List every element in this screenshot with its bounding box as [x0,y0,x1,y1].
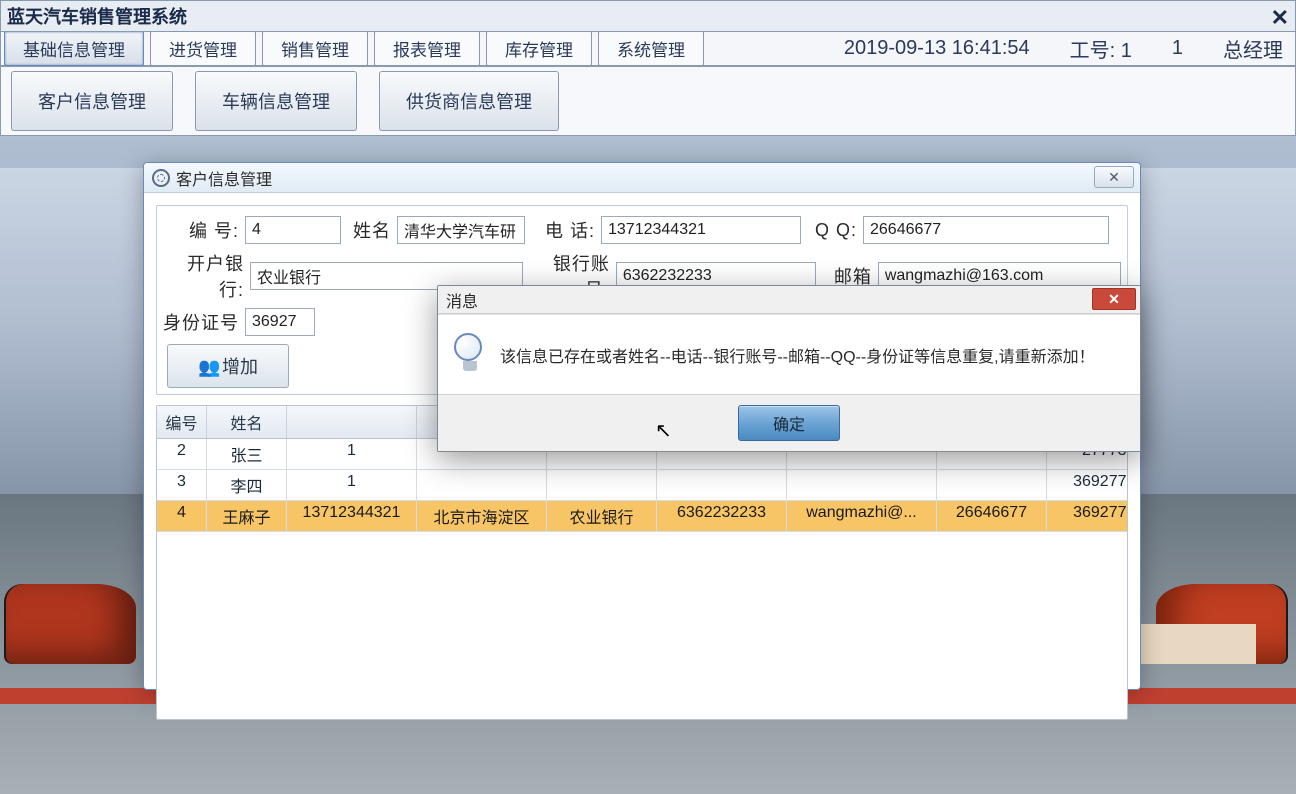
label-idcard: 身份证号 [163,309,239,335]
input-qq[interactable] [863,216,1109,244]
status-role: 总经理 [1223,34,1283,63]
cell-bank [547,470,657,501]
cell-name: 王麻子 [207,501,287,532]
col-id: 编号 [157,406,207,438]
label-name: 姓名 [347,217,391,243]
cell-phone_partial: 1 [287,470,417,501]
cell-qq: 26646677 [937,501,1047,532]
add-button-label: 增加 [222,353,258,379]
cell-name: 张三 [207,439,287,470]
subtool-button-0[interactable]: 客户信息管理 [11,71,173,131]
sub-toolbar: 客户信息管理车辆信息管理供货商信息管理 [0,66,1296,136]
input-id[interactable] [245,216,341,244]
msgbox-close-button[interactable]: ✕ [1092,288,1136,310]
label-phone: 电 话: [531,217,595,243]
gear-icon [152,169,170,187]
msgbox-header[interactable]: 消息 ✕ [438,286,1140,314]
modal-header[interactable]: 客户信息管理 ✕ [144,163,1140,193]
cell-addr [417,470,547,501]
menu-item-2[interactable]: 销售管理 [262,31,368,66]
cell-id: 2 [157,439,207,470]
msgbox-ok-button[interactable]: 确定 [738,405,840,441]
cell-name: 李四 [207,470,287,501]
cell-account [657,470,787,501]
cell-account: 6362232233 [657,501,787,532]
input-phone[interactable] [601,216,801,244]
menu-item-3[interactable]: 报表管理 [374,31,480,66]
col-name: 姓名 [207,406,287,438]
status-datetime: 2019-09-13 16:41:54 [844,37,1030,60]
cell-idcard: 369277732444 [1047,470,1128,501]
modal-close-button[interactable]: ✕ [1094,166,1134,188]
menu-item-4[interactable]: 库存管理 [486,31,592,66]
status-emp-short: 1 [1172,37,1183,60]
input-idcard[interactable] [245,308,315,336]
col-phone [287,406,417,438]
app-titlebar: 蓝天汽车销售管理系统 ✕ [0,0,1296,32]
cell-id: 4 [157,501,207,532]
menu-item-5[interactable]: 系统管理 [598,31,704,66]
table-row[interactable]: 3李四1 369277732444 [157,470,1127,501]
label-qq: Q Q: [807,220,857,241]
close-icon[interactable]: ✕ [1271,5,1289,31]
status-emp: 工号: 1 [1070,34,1132,63]
cell-email: wangmazhi@... [787,501,937,532]
input-name[interactable] [397,216,525,244]
subtool-button-2[interactable]: 供货商信息管理 [379,71,559,131]
cell-bank: 农业银行 [547,501,657,532]
cell-email [787,470,937,501]
info-icon [454,333,486,373]
message-dialog: 消息 ✕ 该信息已存在或者姓名--电话--银行账号--邮箱--QQ--身份证等信… [437,285,1141,452]
modal-title: 客户信息管理 [176,166,272,190]
add-user-icon: 👥 [198,357,216,375]
label-id: 编 号: [163,217,239,243]
statusbar: 2019-09-13 16:41:54 工号: 1 1 总经理 [804,34,1295,63]
cell-idcard: 369277732666 [1047,501,1128,532]
msgbox-title: 消息 [446,288,478,312]
menu-item-0[interactable]: 基础信息管理 [4,31,144,66]
data-grid[interactable]: 编号 姓名 身份证 2张三127773233333李四1369277732444… [156,405,1128,720]
cell-phone_partial: 13712344321 [287,501,417,532]
msgbox-text: 该信息已存在或者姓名--电话--银行账号--邮箱--QQ--身份证等信息重复,请… [500,333,1095,367]
cell-qq [937,470,1047,501]
table-row[interactable]: 4王麻子13712344321北京市海淀区农业银行6362232233wangm… [157,501,1127,532]
cell-addr: 北京市海淀区 [417,501,547,532]
label-bank: 开户银行: [163,250,244,302]
menubar: 基础信息管理进货管理销售管理报表管理库存管理系统管理 2019-09-13 16… [0,32,1296,66]
subtool-button-1[interactable]: 车辆信息管理 [195,71,357,131]
cell-id: 3 [157,470,207,501]
app-title: 蓝天汽车销售管理系统 [7,3,187,29]
cell-phone_partial: 1 [287,439,417,470]
add-button[interactable]: 👥 增加 [167,344,289,388]
menu-item-1[interactable]: 进货管理 [150,31,256,66]
